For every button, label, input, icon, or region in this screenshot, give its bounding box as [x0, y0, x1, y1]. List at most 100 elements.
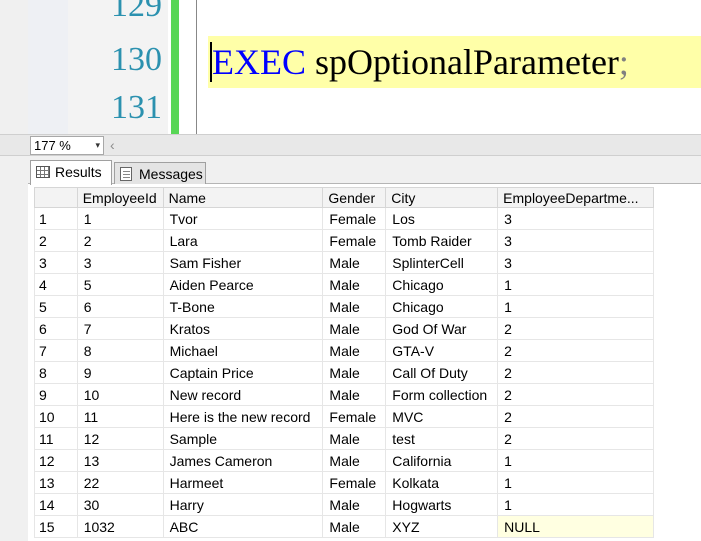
grid-cell[interactable]: Harmeet: [162, 471, 324, 494]
grid-cell[interactable]: MVC: [385, 405, 499, 428]
table-row[interactable]: 3 3 Sam Fisher Male SplinterCell 3: [34, 251, 654, 274]
table-row[interactable]: 7 8 Michael Male GTA-V 2: [34, 339, 654, 362]
grid-cell[interactable]: 22: [76, 471, 164, 494]
grid-cell[interactable]: 2: [497, 405, 654, 428]
grid-cell[interactable]: Chicago: [385, 295, 499, 318]
code-line[interactable]: EXEC spOptionalParameter;: [212, 40, 629, 84]
grid-cell[interactable]: Male: [322, 383, 387, 406]
grid-cell[interactable]: Hogwarts: [385, 493, 499, 516]
grid-cell[interactable]: 1: [497, 449, 654, 472]
grid-cell[interactable]: Form collection: [385, 383, 499, 406]
grid-cell[interactable]: Male: [322, 449, 387, 472]
grid-cell[interactable]: XYZ: [385, 515, 499, 538]
grid-cell[interactable]: 13: [76, 449, 164, 472]
row-number[interactable]: 3: [34, 251, 78, 274]
grid-cell[interactable]: Male: [322, 273, 387, 296]
table-row[interactable]: 15 1032 ABC Male XYZ NULL: [34, 515, 654, 538]
table-row[interactable]: 12 13 James Cameron Male California 1: [34, 449, 654, 472]
grid-cell[interactable]: Male: [322, 515, 387, 538]
grid-cell[interactable]: Chicago: [385, 273, 499, 296]
grid-cell[interactable]: Male: [322, 427, 387, 450]
grid-cell[interactable]: 2: [497, 361, 654, 384]
grid-cell[interactable]: God Of War: [385, 317, 499, 340]
grid-cell[interactable]: James Cameron: [162, 449, 324, 472]
grid-cell[interactable]: Aiden Pearce: [162, 273, 324, 296]
grid-cell[interactable]: Male: [322, 339, 387, 362]
grid-cell[interactable]: Kratos: [162, 317, 324, 340]
row-number[interactable]: 12: [34, 449, 78, 472]
grid-cell[interactable]: 8: [76, 339, 164, 362]
grid-cell[interactable]: Captain Price: [162, 361, 324, 384]
grid-cell[interactable]: Female: [322, 229, 387, 252]
query-editor[interactable]: 129 130 131 EXEC spOptionalParameter;: [0, 0, 701, 134]
column-header-gender[interactable]: Gender: [322, 187, 387, 208]
row-number[interactable]: 8: [34, 361, 78, 384]
grid-cell[interactable]: Female: [322, 471, 387, 494]
grid-cell[interactable]: Male: [322, 295, 387, 318]
tab-messages[interactable]: Messages: [114, 162, 206, 184]
table-row[interactable]: 2 2 Lara Female Tomb Raider 3: [34, 229, 654, 252]
grid-cell[interactable]: T-Bone: [162, 295, 324, 318]
grid-cell[interactable]: 10: [76, 383, 164, 406]
grid-cell[interactable]: 11: [76, 405, 164, 428]
tab-results[interactable]: Results: [30, 160, 112, 185]
row-number[interactable]: 5: [34, 295, 78, 318]
table-row[interactable]: 6 7 Kratos Male God Of War 2: [34, 317, 654, 340]
grid-cell[interactable]: 5: [76, 273, 164, 296]
row-number[interactable]: 11: [34, 427, 78, 450]
table-row[interactable]: 9 10 New record Male Form collection 2: [34, 383, 654, 406]
grid-cell[interactable]: Female: [322, 405, 387, 428]
grid-cell[interactable]: 2: [497, 427, 654, 450]
column-header-employeeid[interactable]: EmployeeId: [76, 187, 164, 208]
grid-cell[interactable]: 3: [76, 251, 164, 274]
table-row[interactable]: 5 6 T-Bone Male Chicago 1: [34, 295, 654, 318]
grid-cell[interactable]: Female: [322, 207, 387, 230]
grid-cell[interactable]: 7: [76, 317, 164, 340]
grid-cell[interactable]: SplinterCell: [385, 251, 499, 274]
table-row[interactable]: 14 30 Harry Male Hogwarts 1: [34, 493, 654, 516]
row-number[interactable]: 9: [34, 383, 78, 406]
grid-cell[interactable]: Michael: [162, 339, 324, 362]
grid-cell[interactable]: Sample: [162, 427, 324, 450]
grid-cell[interactable]: 1: [497, 493, 654, 516]
grid-cell[interactable]: California: [385, 449, 499, 472]
grid-cell[interactable]: Male: [322, 317, 387, 340]
grid-cell[interactable]: Los: [385, 207, 499, 230]
results-grid[interactable]: EmployeeId Name Gender City EmployeeDepartme…: [34, 187, 654, 539]
table-row[interactable]: 10 11 Here is the new record Female MVC 2: [34, 405, 654, 428]
grid-cell[interactable]: Tomb Raider: [385, 229, 499, 252]
grid-cell[interactable]: 2: [497, 383, 654, 406]
table-row[interactable]: 8 9 Captain Price Male Call Of Duty 2: [34, 361, 654, 384]
row-number[interactable]: 10: [34, 405, 78, 428]
grid-cell[interactable]: 3: [497, 207, 654, 230]
column-header-city[interactable]: City: [385, 187, 499, 208]
grid-cell[interactable]: 1032: [76, 515, 164, 538]
grid-cell[interactable]: Male: [322, 251, 387, 274]
row-number[interactable]: 2: [34, 229, 78, 252]
grid-cell[interactable]: Male: [322, 361, 387, 384]
grid-cell[interactable]: GTA-V: [385, 339, 499, 362]
row-number[interactable]: 13: [34, 471, 78, 494]
grid-cell[interactable]: 1: [497, 273, 654, 296]
grid-cell[interactable]: 3: [497, 229, 654, 252]
zoom-dropdown[interactable]: 177 % ▾: [30, 136, 104, 155]
grid-cell[interactable]: test: [385, 427, 499, 450]
scroll-left-arrow-icon[interactable]: ‹: [110, 136, 115, 155]
grid-cell[interactable]: 2: [497, 317, 654, 340]
chevron-down-icon[interactable]: ▾: [95, 137, 100, 154]
grid-cell[interactable]: Call Of Duty: [385, 361, 499, 384]
table-row[interactable]: 4 5 Aiden Pearce Male Chicago 1: [34, 273, 654, 296]
grid-cell[interactable]: 1: [497, 471, 654, 494]
row-number[interactable]: 15: [34, 515, 78, 538]
grid-cell[interactable]: 1: [76, 207, 164, 230]
grid-cell[interactable]: 30: [76, 493, 164, 516]
row-number[interactable]: 6: [34, 317, 78, 340]
row-number-header[interactable]: [34, 187, 78, 208]
table-row[interactable]: 1 1 Tvor Female Los 3: [34, 207, 654, 230]
grid-cell[interactable]: 6: [76, 295, 164, 318]
table-row[interactable]: 13 22 Harmeet Female Kolkata 1: [34, 471, 654, 494]
grid-cell[interactable]: Here is the new record: [162, 405, 324, 428]
grid-cell[interactable]: Lara: [162, 229, 324, 252]
row-number[interactable]: 14: [34, 493, 78, 516]
grid-cell[interactable]: 2: [497, 339, 654, 362]
